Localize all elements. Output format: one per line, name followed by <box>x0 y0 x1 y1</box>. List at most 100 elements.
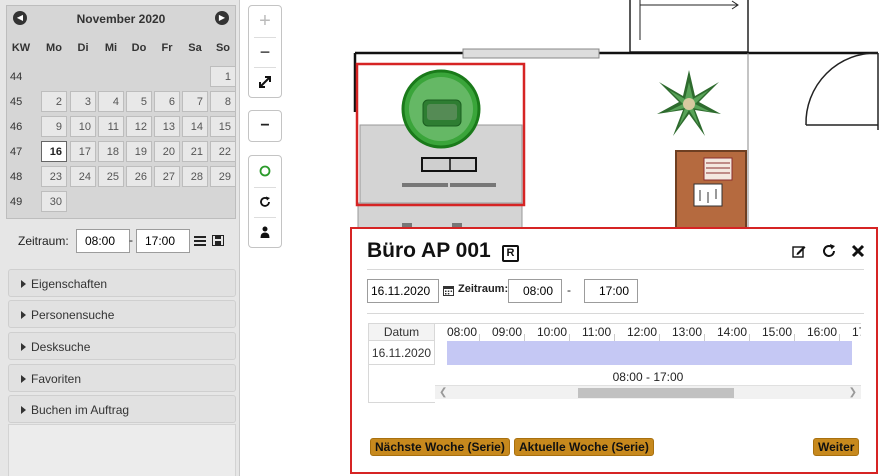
calendar-day[interactable]: 13 <box>154 116 180 137</box>
hour-tick <box>704 334 705 341</box>
week-number: 48 <box>10 171 23 183</box>
calendar-day[interactable]: 12 <box>126 116 152 137</box>
divider <box>367 313 864 314</box>
timeline-row-date: 16.11.2020 <box>368 341 435 365</box>
datum-column-header: Datum <box>368 323 435 341</box>
calendar-day[interactable]: 25 <box>98 166 124 187</box>
minus-icon[interactable]: − <box>249 37 281 67</box>
calendar-day[interactable]: 14 <box>182 116 208 137</box>
weekday-header: Do <box>131 42 147 54</box>
calendar-day[interactable]: 22 <box>210 141 236 162</box>
accordion-desksuche[interactable]: Desksuche <box>8 332 236 360</box>
sidebar: ◀ November 2020 ▶ KW Mo Di Mi Do Fr Sa So 44 1 45 2… <box>0 0 240 476</box>
circle-icon[interactable] <box>249 156 281 186</box>
calendar-day[interactable]: 19 <box>126 141 152 162</box>
calendar-day[interactable]: 10 <box>70 116 96 137</box>
calendar-day[interactable]: 20 <box>154 141 180 162</box>
booking-timeline: Datum 16.11.2020 08:00 09:00 10:00 11:00 12:… <box>368 323 861 403</box>
accordion-personensuche[interactable]: Personensuche <box>8 300 236 328</box>
accordion-buchen-im-auftrag[interactable]: Buchen im Auftrag <box>8 395 236 423</box>
continue-button[interactable]: Weiter <box>813 438 860 456</box>
edit-icon[interactable] <box>792 244 806 258</box>
stairs <box>629 0 749 53</box>
current-week-series-button[interactable]: Aktuelle Woche (Serie) <box>514 438 654 456</box>
accordion-label: Personensuche <box>31 308 115 322</box>
accordion-label: Desksuche <box>31 340 91 354</box>
calendar-day[interactable]: 5 <box>126 91 152 112</box>
week-number: 44 <box>10 71 23 83</box>
week-number: 49 <box>10 196 23 208</box>
accordion-favoriten[interactable]: Favoriten <box>8 364 236 392</box>
timeline-scrollbar[interactable]: ❮ ❯ <box>435 385 861 399</box>
calendar-day[interactable]: 23 <box>41 166 67 187</box>
calendar: ◀ November 2020 ▶ KW Mo Di Mi Do Fr Sa So 44 1 45 2… <box>6 5 236 219</box>
plant-icon <box>657 70 721 136</box>
calendar-day-today[interactable]: 16 <box>41 141 67 162</box>
layer-controls <box>248 155 282 248</box>
calendar-icon[interactable] <box>443 285 454 296</box>
zeitraum-label: Zeitraum: <box>458 283 509 295</box>
save-icon[interactable] <box>212 235 224 246</box>
hour-tick <box>839 334 840 341</box>
calendar-day[interactable]: 3 <box>70 91 96 112</box>
scrollbar-thumb[interactable] <box>578 388 734 398</box>
calendar-day[interactable]: 4 <box>98 91 124 112</box>
from-time-input[interactable] <box>508 279 562 303</box>
calendar-day[interactable]: 28 <box>182 166 208 187</box>
zeitraum-label: Zeitraum: <box>18 234 69 248</box>
hour-tick <box>614 334 615 341</box>
hour-label: 10:00 <box>537 325 568 339</box>
divider <box>367 269 864 270</box>
zoom-controls: + − <box>248 5 282 98</box>
next-week-series-button[interactable]: Nächste Woche (Serie) <box>370 438 510 456</box>
calendar-day[interactable]: 15 <box>210 116 236 137</box>
refresh-icon[interactable] <box>822 244 836 258</box>
caret-right-icon <box>21 375 26 383</box>
chevron-left-icon[interactable]: ◀ <box>13 11 27 25</box>
refresh-icon[interactable] <box>249 187 281 217</box>
expand-icon[interactable] <box>249 67 281 97</box>
caret-right-icon <box>21 343 26 351</box>
chevron-right-icon[interactable]: ▶ <box>215 11 229 25</box>
timeline-hour-header: 08:00 09:00 10:00 11:00 12:00 13:00 14:00 15:00… <box>435 323 861 341</box>
calendar-day[interactable]: 6 <box>154 91 180 112</box>
time-separator: - <box>567 283 571 297</box>
calendar-day[interactable]: 26 <box>126 166 152 187</box>
calendar-day[interactable]: 29 <box>210 166 236 187</box>
hour-label: 15:00 <box>762 325 793 339</box>
sidebar-from-time-input[interactable] <box>76 229 130 253</box>
calendar-day[interactable]: 1 <box>210 66 236 87</box>
calendar-day[interactable]: 30 <box>41 191 67 212</box>
plus-icon[interactable]: + <box>249 6 281 36</box>
scroll-left-icon[interactable]: ❮ <box>439 386 447 400</box>
calendar-day[interactable]: 7 <box>182 91 208 112</box>
calendar-day[interactable]: 27 <box>154 166 180 187</box>
sidebar-to-time-input[interactable] <box>136 229 190 253</box>
calendar-day[interactable]: 21 <box>182 141 208 162</box>
walls <box>353 51 878 112</box>
month-title: November 2020 <box>76 12 166 26</box>
person-icon[interactable] <box>249 217 281 247</box>
accordion-eigenschaften[interactable]: Eigenschaften <box>8 269 236 297</box>
calendar-day[interactable]: 8 <box>210 91 236 112</box>
week-number: 46 <box>10 121 23 133</box>
calendar-day[interactable]: 17 <box>70 141 96 162</box>
minus-icon[interactable]: − <box>249 111 281 141</box>
caret-right-icon <box>21 280 26 288</box>
to-time-input[interactable] <box>584 279 638 303</box>
calendar-day[interactable]: 24 <box>70 166 96 187</box>
list-icon[interactable] <box>194 235 206 246</box>
calendar-header: ◀ November 2020 ▶ <box>7 6 235 31</box>
booking-bar[interactable] <box>447 341 852 365</box>
hour-label: 14:00 <box>717 325 748 339</box>
date-input[interactable] <box>367 279 439 303</box>
calendar-day[interactable]: 9 <box>41 116 67 137</box>
calendar-day[interactable]: 11 <box>98 116 124 137</box>
sidebar-zeitraum: Zeitraum: - <box>18 229 238 253</box>
close-icon[interactable] <box>851 244 865 258</box>
week-number: 47 <box>10 146 23 158</box>
calendar-day[interactable]: 18 <box>98 141 124 162</box>
calendar-day[interactable]: 2 <box>41 91 67 112</box>
scroll-right-icon[interactable]: ❯ <box>849 386 857 400</box>
reservable-badge: R <box>502 245 519 262</box>
